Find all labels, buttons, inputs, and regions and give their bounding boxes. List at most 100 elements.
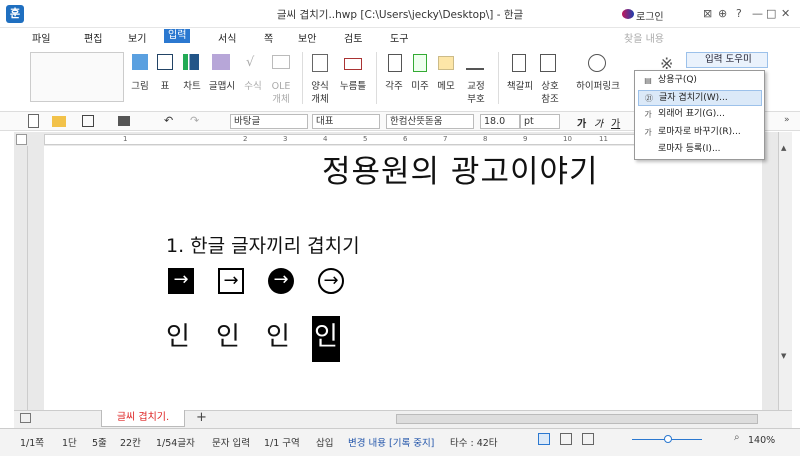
italic-icon[interactable]: 가 xyxy=(594,115,603,130)
ruler-tick: 4 xyxy=(323,135,328,143)
memo-icon[interactable] xyxy=(438,56,454,70)
menu-file[interactable]: 파일 xyxy=(28,30,54,45)
picture-icon[interactable] xyxy=(132,54,148,70)
new-doc-icon[interactable] xyxy=(28,114,39,128)
style-select[interactable]: 바탕글 xyxy=(230,114,308,129)
close-icon[interactable]: ✕ xyxy=(781,7,790,20)
add-tab-button[interactable]: + xyxy=(196,410,207,425)
status-page[interactable]: 1/1쪽 xyxy=(20,435,44,449)
status-chars: 1/54글자 xyxy=(156,438,195,449)
shape-gallery[interactable] xyxy=(30,52,124,102)
search-input[interactable]: 찾을 내용 xyxy=(624,30,664,45)
overlap-char-selected[interactable]: 인 xyxy=(312,316,340,362)
tab-document[interactable]: 글씨 겹치기. xyxy=(101,410,185,427)
ribbon-separator xyxy=(376,52,377,104)
arrow-black-square-icon: → xyxy=(168,268,194,294)
open-folder-icon[interactable] xyxy=(52,116,66,127)
help-icon[interactable]: ? xyxy=(736,7,742,20)
overlap-char: 인 xyxy=(266,322,290,352)
underline-icon[interactable]: 가 xyxy=(611,115,620,130)
print-icon[interactable] xyxy=(118,116,130,126)
menu-input[interactable]: 입력 xyxy=(164,29,191,43)
cross-ref-icon[interactable] xyxy=(540,54,556,72)
form-object-icon[interactable] xyxy=(312,54,328,72)
window-title: 글씨 겹치기..hwp [C:\Users\jecky\Desktop\] - … xyxy=(276,9,524,21)
menu-item-char-overlap[interactable]: ㉑ 글자 겹치기(W)... xyxy=(638,90,762,106)
table-icon[interactable] xyxy=(157,54,173,70)
menu-tools[interactable]: 도구 xyxy=(386,30,412,45)
login-button[interactable]: 로그인 xyxy=(636,8,664,23)
font-size-input[interactable]: 18.0 xyxy=(480,114,520,129)
vertical-scrollbar[interactable] xyxy=(778,132,792,410)
bold-icon[interactable]: 가 xyxy=(577,115,586,130)
bookmark-icon[interactable] xyxy=(512,54,526,72)
arrow-black-circle-icon: → xyxy=(268,268,294,294)
status-column: 1단 xyxy=(62,438,77,449)
settings-icon[interactable]: ⊕ xyxy=(718,7,727,20)
view-two-page-icon[interactable] xyxy=(582,433,594,445)
menu-item-common-phrase[interactable]: ▤ 상용구(Q) xyxy=(638,73,762,89)
scroll-down-icon[interactable]: ▼ xyxy=(781,352,786,360)
status-typing-speed: 타수 : 42타 xyxy=(450,438,498,449)
document-heading: 1. 한글 글자끼리 겹치기 xyxy=(166,235,360,257)
zoom-slider-thumb[interactable] xyxy=(664,435,672,443)
app-logo[interactable]: 훈 xyxy=(6,5,24,23)
menu-review[interactable]: 검토 xyxy=(340,30,366,45)
undo-icon[interactable]: ↶ xyxy=(164,114,173,127)
bookmark-label: 책갈피 xyxy=(506,81,534,92)
expand-toolbar-icon[interactable]: » xyxy=(784,115,790,125)
view-width-icon[interactable] xyxy=(560,433,572,445)
unit-select[interactable]: pt xyxy=(520,114,560,129)
form-object-label: 양식 개체 xyxy=(311,81,329,105)
tab-list-icon[interactable] xyxy=(20,413,31,423)
endnote-label: 미주 xyxy=(411,81,429,92)
arrow-square-outline-icon: → xyxy=(218,268,244,294)
menu-item-roman-register[interactable]: 로마자 등록(I)... xyxy=(638,142,762,158)
endnote-icon[interactable] xyxy=(413,54,427,72)
menu-format[interactable]: 서식 xyxy=(214,30,240,45)
cross-ref-label: 상호 참조 xyxy=(541,81,559,105)
ruler-tick: 2 xyxy=(243,135,248,143)
save-icon[interactable] xyxy=(82,115,94,127)
menu-edit[interactable]: 편집 xyxy=(80,30,106,45)
ribbon-toggle-icon[interactable]: ⊠ xyxy=(703,7,712,20)
hyperlink-icon[interactable] xyxy=(588,54,606,72)
font-group-select[interactable]: 대표 xyxy=(312,114,380,129)
ruler-corner-icon[interactable] xyxy=(16,134,27,145)
status-insert-mode[interactable]: 삽입 xyxy=(316,435,333,449)
loanword-icon: 가 xyxy=(644,110,652,119)
zoom-level[interactable]: 140% xyxy=(748,435,775,446)
menu-view[interactable]: 보기 xyxy=(124,30,150,45)
document-title: 정용원의 광고이야기 xyxy=(322,154,599,190)
status-input-mode[interactable]: 문자 입력 xyxy=(212,435,250,449)
vertical-ruler[interactable] xyxy=(14,146,28,410)
menu-item-loanword[interactable]: 가 외래어 표기(G)... xyxy=(638,107,762,123)
equation-icon[interactable]: √ xyxy=(246,55,262,70)
minimize-icon[interactable]: — xyxy=(752,7,763,20)
field-icon[interactable] xyxy=(344,58,362,70)
horizontal-scrollbar[interactable] xyxy=(396,414,758,424)
chart-icon[interactable] xyxy=(183,54,199,70)
ruler-tick: 7 xyxy=(443,135,448,143)
menu-page[interactable]: 쪽 xyxy=(260,30,277,45)
input-helper-menu: ▤ 상용구(Q) ㉑ 글자 겹치기(W)... 가 외래어 표기(G)... 가… xyxy=(634,70,765,160)
login-icon[interactable] xyxy=(622,9,634,19)
ruler-tick: 3 xyxy=(283,135,288,143)
ruler-tick: 11 xyxy=(599,135,608,143)
view-page-icon[interactable] xyxy=(538,433,550,445)
scroll-up-icon[interactable]: ▲ xyxy=(781,144,786,152)
picture-label: 그림 xyxy=(131,81,149,92)
menu-item-romanize[interactable]: 가 로마자로 바꾸기(R)... xyxy=(638,125,762,141)
maximize-icon[interactable]: □ xyxy=(766,7,776,20)
ole-icon[interactable] xyxy=(272,55,290,69)
font-select[interactable]: 한컴산뜻돋움 xyxy=(386,114,474,129)
magnifier-icon[interactable]: ⌕ xyxy=(734,432,740,443)
footnote-icon[interactable] xyxy=(388,54,402,72)
proofread-icon[interactable] xyxy=(466,54,484,70)
status-col: 22칸 xyxy=(120,438,141,449)
redo-icon[interactable]: ↷ xyxy=(190,114,199,127)
menu-security[interactable]: 보안 xyxy=(294,30,320,45)
input-helper-button[interactable]: 입력 도우미 xyxy=(686,52,768,68)
wordart-icon[interactable] xyxy=(212,54,230,70)
status-track-changes[interactable]: 변경 내용 [기록 중지] xyxy=(348,435,434,449)
